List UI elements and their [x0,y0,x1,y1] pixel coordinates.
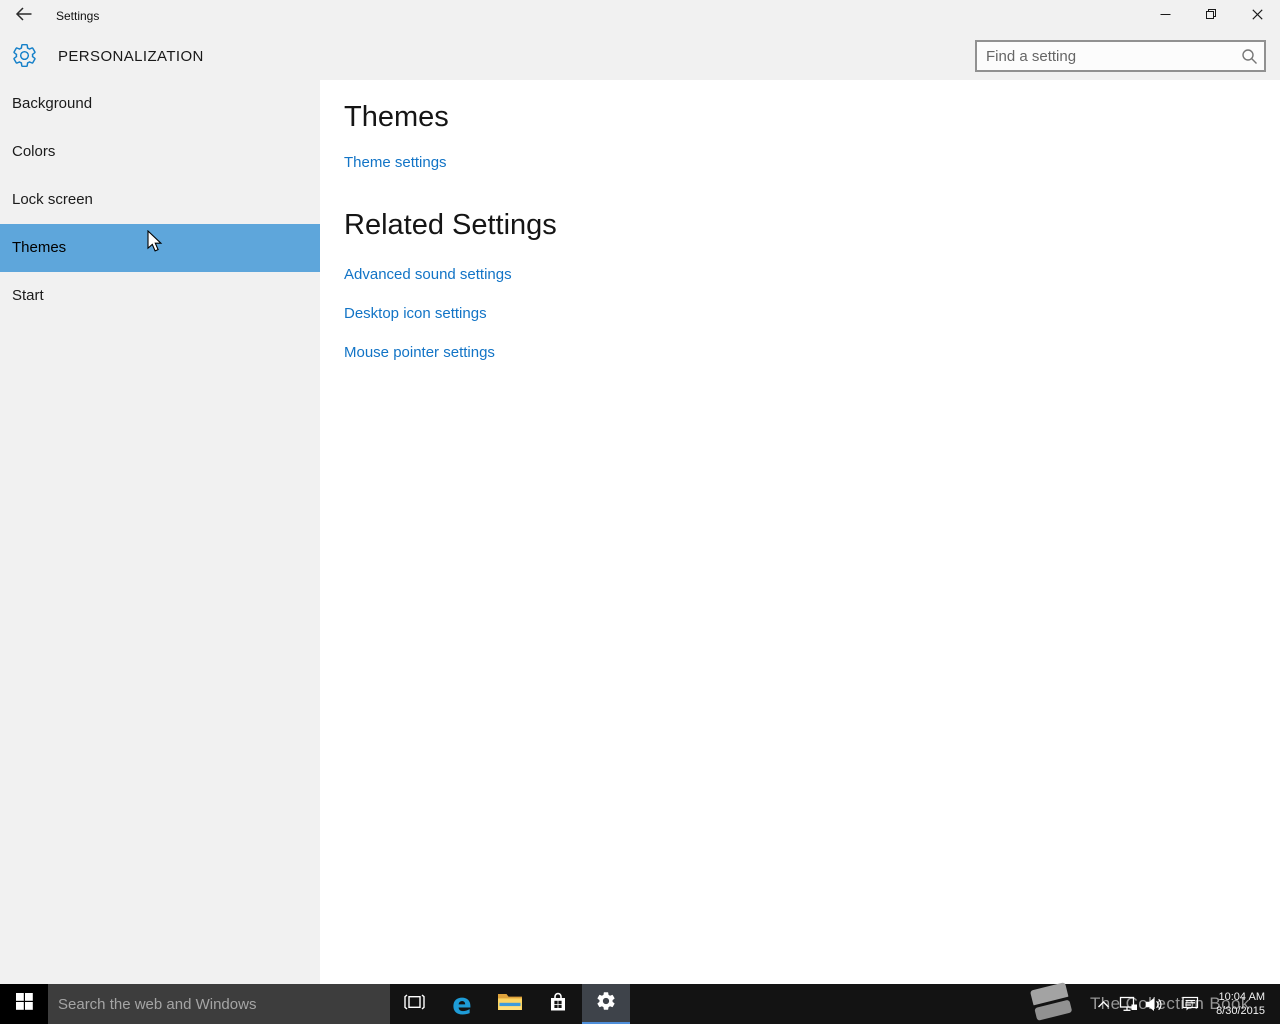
find-setting-input[interactable] [977,42,1264,70]
close-icon [1252,7,1263,25]
minimize-button[interactable] [1142,0,1188,32]
clock-date: 8/30/2015 [1216,1004,1265,1018]
sidebar-item-background[interactable]: Background [0,80,320,128]
screen: Settings [0,0,1280,1024]
edge-icon: e [452,986,472,1022]
minimize-icon [1160,7,1171,25]
tray-network-icon[interactable] [1119,984,1138,1024]
page-title: PERSONALIZATION [58,48,204,65]
task-view-icon [404,994,425,1015]
tray-chevron-up-icon[interactable] [1097,984,1110,1024]
settings-taskbar-button[interactable] [582,984,630,1024]
book-icon [1022,977,1080,1024]
taskbar-search-box[interactable] [48,984,390,1024]
back-arrow-icon [15,6,33,27]
taskbar-search-input[interactable] [48,996,390,1013]
windows-logo-icon [16,993,33,1015]
mouse-cursor [147,230,163,258]
store-icon [547,991,569,1018]
taskbar-clock[interactable]: 10:04 AM 8/30/2015 [1216,990,1265,1018]
sidebar-item-colors[interactable]: Colors [0,128,320,176]
app-body: Background Colors Lock screen Themes Sta… [0,80,1280,984]
sidebar: Background Colors Lock screen Themes Sta… [0,80,320,984]
settings-gear-icon [595,990,617,1017]
advanced-sound-settings-link[interactable]: Advanced sound settings [344,266,512,283]
file-explorer-button[interactable] [486,984,534,1024]
personalization-gear-icon [11,42,38,69]
related-links: Advanced sound settings Desktop icon set… [344,266,1280,361]
store-button[interactable] [534,984,582,1024]
restore-button[interactable] [1188,0,1234,32]
sidebar-item-start[interactable]: Start [0,272,320,320]
tray-volume-icon[interactable] [1145,984,1163,1024]
theme-settings-link[interactable]: Theme settings [344,154,447,171]
window-controls [1142,0,1280,32]
edge-button[interactable]: e [438,984,486,1024]
related-settings-title: Related Settings [344,209,1280,242]
themes-section-title: Themes [344,101,1280,134]
tray-action-center-icon[interactable] [1182,984,1199,1024]
start-button[interactable] [0,984,48,1024]
taskbar: e [0,984,1280,1024]
clock-time: 10:04 AM [1216,990,1265,1004]
task-view-button[interactable] [390,984,438,1024]
desktop-icon-settings-link[interactable]: Desktop icon settings [344,305,487,322]
close-button[interactable] [1234,0,1280,32]
sidebar-item-lock-screen[interactable]: Lock screen [0,176,320,224]
find-setting-search-box[interactable] [975,40,1266,72]
restore-icon [1205,7,1217,25]
settings-window-chrome: Settings [0,0,1280,80]
main-content: Themes Theme settings Related Settings A… [320,80,1280,984]
file-explorer-icon [497,992,523,1017]
mouse-pointer-settings-link[interactable]: Mouse pointer settings [344,344,495,361]
back-button[interactable] [10,4,38,28]
search-icon [1241,48,1258,70]
window-title: Settings [56,9,99,23]
